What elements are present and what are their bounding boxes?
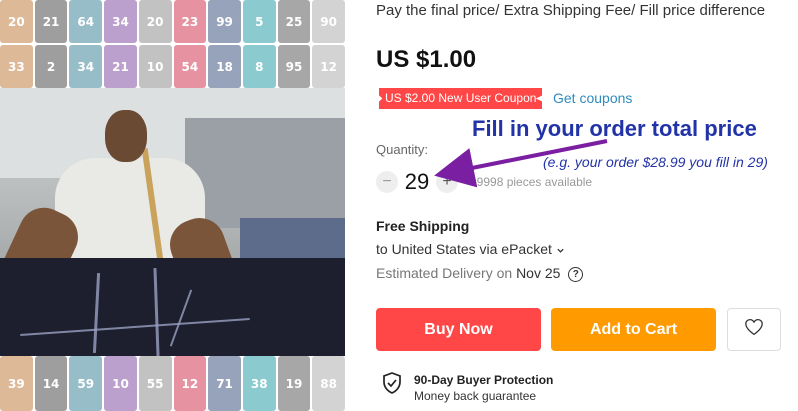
- get-coupons-link[interactable]: Get coupons: [553, 90, 632, 106]
- shield-check-icon: [382, 372, 402, 399]
- jersey-thumbnail: 8: [242, 45, 276, 88]
- jersey-thumbnail: 71: [208, 356, 241, 411]
- quantity-decrease-button[interactable]: −: [376, 171, 398, 193]
- jersey-thumbnail: 21: [104, 45, 137, 88]
- jersey-thumbnail: 10: [138, 45, 172, 88]
- jersey-thumbnail: 64: [69, 0, 103, 43]
- heart-icon: [744, 318, 764, 341]
- jersey-thumbnail: 95: [277, 45, 311, 88]
- product-gallery[interactable]: 20 21 64 34 20 23 99 5 25 90 33 2 34 21 10 54 18 8 95 12 39…: [0, 0, 345, 411]
- jersey-thumbnail: 5: [242, 0, 276, 43]
- jersey-thumbnail: 59: [69, 356, 103, 411]
- jersey-thumbnail: 99: [208, 0, 241, 43]
- delivery-date: Nov 25: [516, 265, 561, 281]
- jersey-thumbnail: 34: [69, 45, 103, 88]
- pieces-available-text: 99998 pieces available: [470, 175, 593, 189]
- jersey-thumbnail: 39: [0, 356, 33, 411]
- quantity-stepper: − 29 + 99998 pieces available: [376, 168, 592, 196]
- jersey-thumbnail: 23: [173, 0, 207, 43]
- jersey-thumbnail: 21: [34, 0, 68, 43]
- quantity-input[interactable]: 29: [398, 169, 436, 195]
- free-shipping-title: Free Shipping: [376, 218, 470, 234]
- product-main-image[interactable]: [0, 88, 345, 356]
- jersey-thumbnail: 20: [0, 0, 33, 43]
- product-price: US $1.00: [376, 46, 477, 73]
- buy-now-button[interactable]: Buy Now: [376, 308, 541, 351]
- jersey-thumbnail: 25: [277, 0, 311, 43]
- jersey-thumbnail: 55: [138, 356, 172, 411]
- shipping-method-selector[interactable]: to United States via ePacket: [376, 241, 565, 257]
- product-info-panel: Pay the final price/ Extra Shipping Fee/…: [376, 0, 796, 411]
- thumbnail-strip-bottom: 39 14 59 10 55 12 71 38 19 88: [0, 356, 345, 411]
- jersey-thumbnail: 34: [104, 0, 137, 43]
- annotation-main-text: Fill in your order total price: [472, 116, 757, 141]
- jersey-thumbnail: 12: [173, 356, 207, 411]
- jersey-thumbnail: 54: [173, 45, 207, 88]
- shipping-method-label: to United States via ePacket: [376, 241, 552, 257]
- estimated-delivery: Estimated Delivery on Nov 25 ?: [376, 265, 584, 282]
- wishlist-button[interactable]: [727, 308, 781, 351]
- question-circle-icon[interactable]: ?: [568, 266, 584, 282]
- jersey-thumbnail: 38: [242, 356, 276, 411]
- jersey-thumbnail: 90: [312, 0, 345, 43]
- delivery-prefix: Estimated Delivery on: [376, 265, 513, 281]
- add-to-cart-button[interactable]: Add to Cart: [551, 308, 716, 351]
- buyer-protection: 90-Day Buyer Protection Money back guara…: [382, 372, 553, 404]
- quantity-label: Quantity:: [376, 142, 429, 157]
- annotation-sub-text: (e.g. your order $28.99 you fill in 29): [543, 154, 768, 170]
- jersey-thumbnail: 88: [312, 356, 345, 411]
- chevron-down-icon: [556, 241, 565, 257]
- jersey-thumbnail: 12: [312, 45, 345, 88]
- buyer-protection-title: 90-Day Buyer Protection: [414, 373, 554, 387]
- buyer-protection-subtitle: Money back guarantee: [414, 389, 537, 403]
- new-user-coupon-badge[interactable]: US $2.00 New User Coupon: [379, 88, 543, 109]
- jersey-thumbnail: 14: [34, 356, 68, 411]
- jersey-thumbnail: 2: [34, 45, 68, 88]
- product-title: Pay the final price/ Extra Shipping Fee/…: [376, 2, 766, 19]
- jersey-thumbnail: 10: [104, 356, 137, 411]
- jersey-thumbnail: 18: [208, 45, 241, 88]
- thumbnail-strip-top: 20 21 64 34 20 23 99 5 25 90 33 2 34 21 10 54 18 8 95 12: [0, 0, 345, 88]
- jersey-thumbnail: 33: [0, 45, 33, 88]
- quantity-increase-button[interactable]: +: [436, 171, 458, 193]
- jersey-thumbnail: 19: [277, 356, 311, 411]
- jersey-thumbnail: 20: [138, 0, 172, 43]
